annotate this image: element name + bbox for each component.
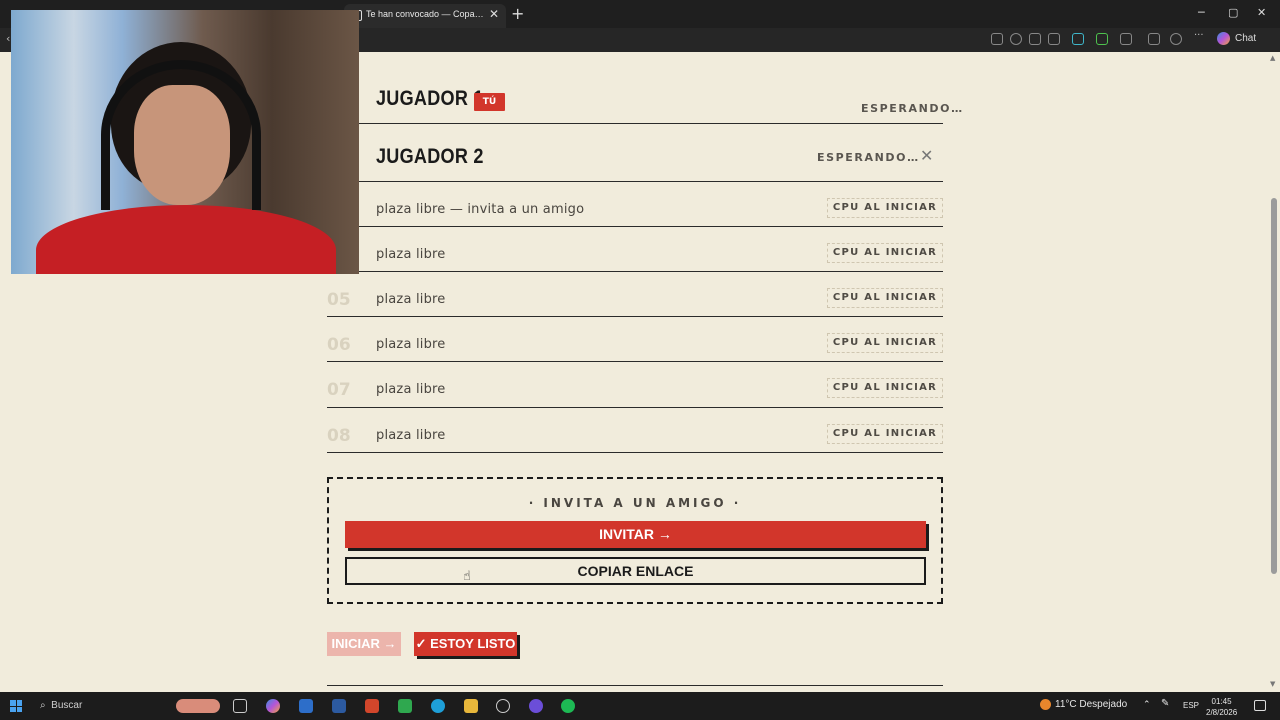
copilot-chat-button[interactable]: Chat — [1217, 32, 1256, 45]
player-row: 02 JUGADOR 2 ESPERANDO… ✕ — [327, 124, 943, 182]
store-icon[interactable] — [398, 699, 412, 713]
webcam-headset — [101, 60, 261, 210]
file-explorer-icon[interactable] — [464, 699, 478, 713]
invite-button[interactable]: INVITAR → — [345, 521, 926, 548]
player-row: 01 JUGADOR 1 TÚ ESPERANDO… — [327, 52, 962, 124]
clock-time: 01:45 — [1211, 697, 1232, 706]
scrollbar-thumb[interactable] — [1271, 198, 1277, 574]
windows-start-icon[interactable] — [10, 700, 22, 712]
maximize-icon[interactable]: ▢ — [1228, 6, 1238, 19]
pen-icon[interactable]: ✎ — [1161, 698, 1169, 709]
weather-icon — [1040, 699, 1051, 710]
tab-title: Te han convocado — Copa de 8 e — [366, 9, 484, 19]
task-view-icon[interactable] — [233, 699, 247, 713]
app-icon-2[interactable] — [332, 699, 346, 713]
extension-icon-2[interactable] — [1096, 33, 1108, 45]
reading-view-icon[interactable] — [1029, 33, 1041, 45]
slot-label: plaza libre — [376, 337, 446, 352]
scroll-up-icon[interactable]: ▲ — [1270, 54, 1275, 62]
slot-label: plaza libre — [376, 247, 446, 262]
remove-player-icon[interactable]: ✕ — [920, 146, 933, 165]
app-icon-1[interactable] — [299, 699, 313, 713]
player-name: JUGADOR 2 — [376, 145, 484, 168]
search-highlight-icon[interactable] — [176, 699, 220, 713]
slot-number: 06 — [327, 335, 351, 355]
app-icon-4[interactable] — [496, 699, 510, 713]
favorite-star-icon[interactable] — [1048, 33, 1060, 45]
player-status: ESPERANDO… — [817, 151, 920, 164]
close-tab-icon[interactable]: ✕ — [489, 7, 499, 21]
app-icon-5[interactable] — [529, 699, 543, 713]
tray-chevron-icon[interactable]: ⌃ — [1143, 699, 1151, 710]
windows-taskbar: ⌕ Buscar 11°C Despejado ⌃ ✎ ESP 01:45 2/… — [0, 692, 1280, 720]
cpu-tag: CPU AL INICIAR — [827, 243, 943, 263]
minimize-icon[interactable]: ─ — [1198, 6, 1205, 19]
new-tab-icon[interactable]: + — [511, 4, 524, 23]
cpu-tag: CPU AL INICIAR — [827, 424, 943, 444]
webcam-overlay — [11, 10, 359, 274]
favorites-icon[interactable] — [1148, 33, 1160, 45]
open-slot-row: 03 plaza libre — invita a un amigo CPU A… — [327, 182, 943, 227]
open-slot-row: 07 plaza libre CPU AL INICIAR — [327, 362, 943, 408]
invite-heading: · INVITA A UN AMIGO · — [528, 496, 742, 510]
open-slot-row: 04 plaza libre CPU AL INICIAR — [327, 227, 943, 272]
slot-label: plaza libre — invita a un amigo — [376, 202, 585, 217]
language-indicator[interactable]: ESP — [1183, 701, 1199, 710]
back-icon[interactable]: ‹ — [6, 32, 10, 45]
slot-label: plaza libre — [376, 428, 446, 443]
slot-number: 05 — [327, 290, 351, 310]
open-slot-row: 06 plaza libre CPU AL INICIAR — [327, 317, 943, 362]
slot-number: 08 — [327, 426, 351, 446]
cpu-tag: CPU AL INICIAR — [827, 288, 943, 308]
start-button[interactable]: INICIAR → — [327, 632, 401, 656]
invite-box: · INVITA A UN AMIGO · INVITAR → COPIAR E… — [327, 477, 943, 604]
ready-button[interactable]: ✓ ESTOY LISTO — [414, 632, 517, 656]
you-badge: TÚ — [474, 93, 505, 111]
spotify-icon[interactable] — [561, 699, 575, 713]
divider — [327, 685, 943, 686]
cpu-tag: CPU AL INICIAR — [827, 198, 943, 218]
open-slot-row: 05 plaza libre CPU AL INICIAR — [327, 272, 943, 317]
cpu-tag: CPU AL INICIAR — [827, 333, 943, 353]
scroll-down-icon[interactable]: ▼ — [1270, 680, 1275, 688]
chat-label: Chat — [1235, 33, 1257, 45]
search-placeholder: Buscar — [51, 700, 83, 711]
notification-icon[interactable] — [1254, 700, 1266, 711]
weather-text: 11°C Despejado — [1055, 699, 1128, 711]
clock[interactable]: 01:45 2/8/2026 — [1206, 696, 1237, 718]
page-scrollbar[interactable]: ▲ ▼ — [1268, 52, 1280, 692]
extension-icon[interactable] — [1072, 33, 1084, 45]
clock-date: 2/8/2026 — [1206, 708, 1238, 717]
player-status: ESPERANDO… — [861, 102, 964, 115]
more-menu-icon[interactable]: ··· — [1194, 30, 1206, 42]
close-window-icon[interactable]: ✕ — [1257, 6, 1266, 19]
app-icon-3[interactable] — [365, 699, 379, 713]
hand-cursor-icon: ☝ — [463, 569, 471, 584]
split-screen-icon[interactable] — [991, 33, 1003, 45]
copilot-icon — [1217, 32, 1230, 45]
slot-label: plaza libre — [376, 292, 446, 307]
slot-label: plaza libre — [376, 382, 446, 397]
profile-icon[interactable] — [1170, 33, 1182, 45]
edge-icon[interactable] — [431, 699, 445, 713]
slot-number: 07 — [327, 380, 351, 400]
webcam-shirt — [36, 205, 336, 274]
copy-link-button[interactable]: COPIAR ENLACE — [345, 557, 926, 585]
cpu-tag: CPU AL INICIAR — [827, 378, 943, 398]
zoom-icon[interactable] — [1010, 33, 1022, 45]
player-name: JUGADOR 1 — [376, 87, 484, 110]
open-slot-row: 08 plaza libre CPU AL INICIAR — [327, 408, 943, 453]
extensions-icon[interactable] — [1120, 33, 1132, 45]
weather-widget[interactable]: 11°C Despejado — [1040, 699, 1127, 710]
copilot-taskbar-icon[interactable] — [266, 699, 280, 713]
browser-tab[interactable]: Te han convocado — Copa de 8 e ✕ — [344, 4, 506, 28]
